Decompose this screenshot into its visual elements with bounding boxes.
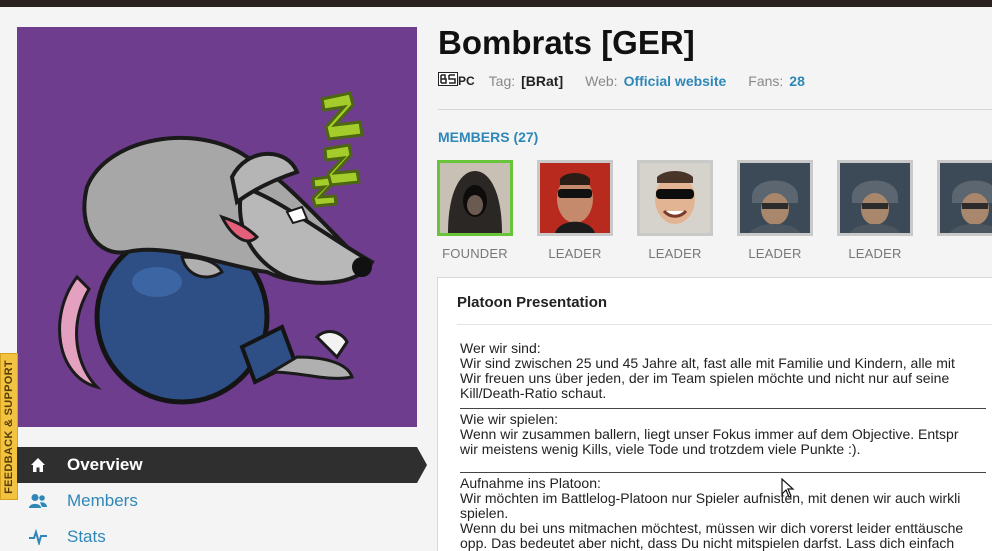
member-avatar[interactable]	[837, 160, 913, 236]
presentation-line: Wer wir sind:	[460, 340, 541, 356]
users-icon	[27, 493, 49, 509]
tag-value: [BRat]	[521, 72, 564, 89]
member-role: LEADER	[848, 246, 902, 260]
presentation-line: Wir sind zwischen 25 und 45 Jahre alt, f…	[460, 355, 955, 371]
presentation-line: Wir freuen uns über jeden, der im Team s…	[460, 370, 950, 386]
section-separator	[460, 408, 986, 409]
presentation-title: Platoon Presentation	[457, 294, 608, 311]
fans-count-link[interactable]: 28	[789, 73, 805, 89]
platoon-presentation-panel: Platoon Presentation Wer wir sind: Wir s…	[437, 277, 992, 551]
member-role: LEADER	[548, 246, 602, 260]
presentation-divider	[457, 324, 992, 325]
member-card[interactable]: LEADER	[537, 160, 613, 260]
member-avatar[interactable]	[937, 160, 992, 236]
section-separator	[460, 472, 986, 473]
nav-item-label: Members	[67, 491, 138, 510]
member-avatar[interactable]	[637, 160, 713, 236]
presentation-line: Kill/Death-Ratio schaut.	[460, 385, 607, 401]
platoon-meta: PC Tag: [BRat] Web: Official website Fan…	[438, 72, 827, 89]
feedback-support-label: FEEDBACK & SUPPORT	[3, 359, 15, 494]
member-avatar[interactable]	[537, 160, 613, 236]
web-label: Web:	[585, 72, 618, 89]
nav-item-overview[interactable]: Overview	[17, 447, 427, 483]
official-website-link[interactable]: Official website	[624, 73, 727, 89]
presentation-line: Wir möchten im Battlelog-Platoon nur Spi…	[460, 490, 961, 506]
feedback-support-tab[interactable]: FEEDBACK & SUPPORT	[0, 353, 18, 500]
members-heading[interactable]: MEMBERS (27)	[438, 129, 538, 145]
platoon-name: Bombrats [GER]	[438, 24, 695, 61]
nav-item-label: Overview	[67, 455, 143, 474]
presentation-line: wir meistens wenig Kills, viele Tode und…	[460, 441, 861, 457]
members-row: FOUNDER LEADER LEADER LEADER LEADER	[437, 160, 992, 260]
member-card[interactable]: LEADER	[737, 160, 813, 260]
member-avatar[interactable]	[737, 160, 813, 236]
member-card[interactable]: FOUNDER	[437, 160, 513, 260]
member-role: LEADER	[648, 246, 702, 260]
pulse-icon	[27, 529, 49, 545]
platform-logo-icon	[438, 72, 458, 89]
tag-label: Tag:	[488, 72, 516, 89]
member-role: LEADER	[748, 246, 802, 260]
presentation-line: spielen.	[460, 505, 509, 521]
platform-label: PC	[458, 73, 475, 88]
presentation-text: Wer wir sind: Wir sind zwischen 25 und 4…	[460, 341, 992, 551]
mouse-cursor-icon	[781, 477, 795, 503]
top-bar	[0, 0, 992, 7]
presentation-line: Wenn wir zusammen ballern, liegt unser F…	[460, 426, 959, 442]
platoon-emblem	[17, 27, 417, 427]
platoon-nav: Overview Members Stats	[17, 447, 427, 551]
nav-item-members[interactable]: Members	[17, 483, 427, 519]
presentation-line: Wie wir spielen:	[460, 411, 559, 427]
member-card[interactable]	[937, 160, 992, 246]
platform-badge: PC	[438, 72, 475, 89]
member-card[interactable]: LEADER	[837, 160, 913, 260]
presentation-line: Wenn du bei uns mitmachen möchtest, müss…	[460, 520, 964, 536]
member-card[interactable]: LEADER	[637, 160, 713, 260]
presentation-line: opp. Das bedeutet aber nicht, dass Du ni…	[460, 535, 955, 551]
nav-item-stats[interactable]: Stats	[17, 519, 427, 551]
header-divider	[438, 109, 992, 110]
member-role: FOUNDER	[442, 246, 508, 260]
member-avatar[interactable]	[437, 160, 513, 236]
home-icon	[27, 457, 49, 473]
nav-item-label: Stats	[67, 527, 106, 546]
fans-label: Fans:	[748, 72, 784, 89]
presentation-line: Aufnahme ins Platoon:	[460, 475, 601, 491]
